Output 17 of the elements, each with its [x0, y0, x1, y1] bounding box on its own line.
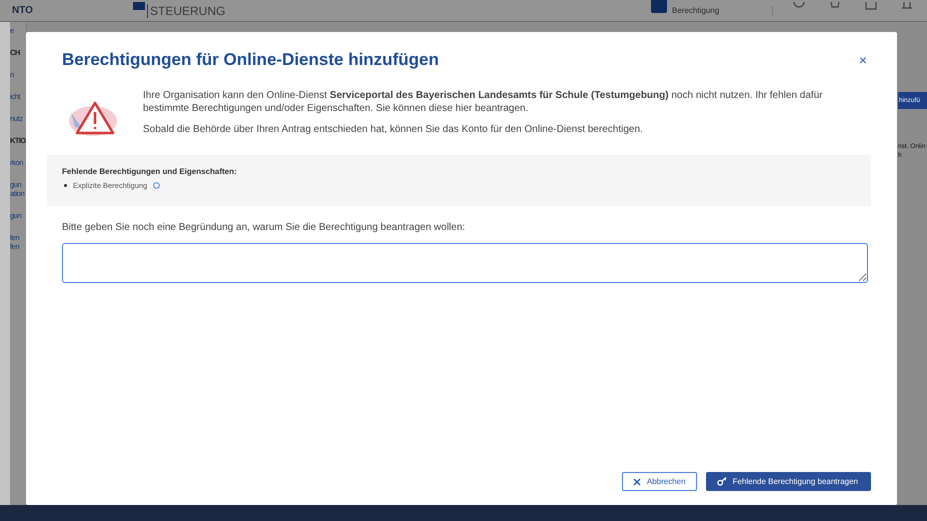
warning-illustration-icon — [67, 99, 119, 139]
info-paragraph: Sobald die Behörde über Ihren Antrag entschieden hat, können Sie das Konto für den Online-Dienst berechtigen. — [143, 123, 644, 136]
cancel-button[interactable]: Abbrechen — [622, 472, 697, 491]
reason-field[interactable] — [62, 243, 868, 283]
account-label[interactable]: Berechtigung — [672, 6, 773, 15]
request-button[interactable]: Fehlende Berechtigung beantragen — [706, 472, 871, 491]
missing-heading: Fehlende Berechtigungen und Eigenschaften: — [62, 167, 238, 176]
reason-label: Bitte geben Sie noch eine Begründung an, warum Sie die Berechtigung beantragen wollen: — [62, 222, 466, 233]
bullet-icon — [64, 184, 67, 187]
dialog-title: Berechtigungen für Online-Dienste hinzufügen — [62, 50, 439, 70]
product-name: STEUERUNG — [147, 4, 226, 18]
logo-icon — [133, 2, 145, 10]
key-icon — [716, 477, 727, 486]
close-button[interactable]: × — [854, 52, 871, 68]
info-paragraph: Ihre Organisation kann den Online-Dienst Serviceportal des Bayerischen Landesamts für Schule (Testumgebung) noch nicht nutzen. Ihr fehlen dafür bestimmte Berechtigungen und/oder Eigenschaften. Sie können diese hier beantragen. — [143, 89, 824, 115]
brand-text: NTO — [12, 5, 34, 16]
close-icon — [632, 478, 641, 486]
